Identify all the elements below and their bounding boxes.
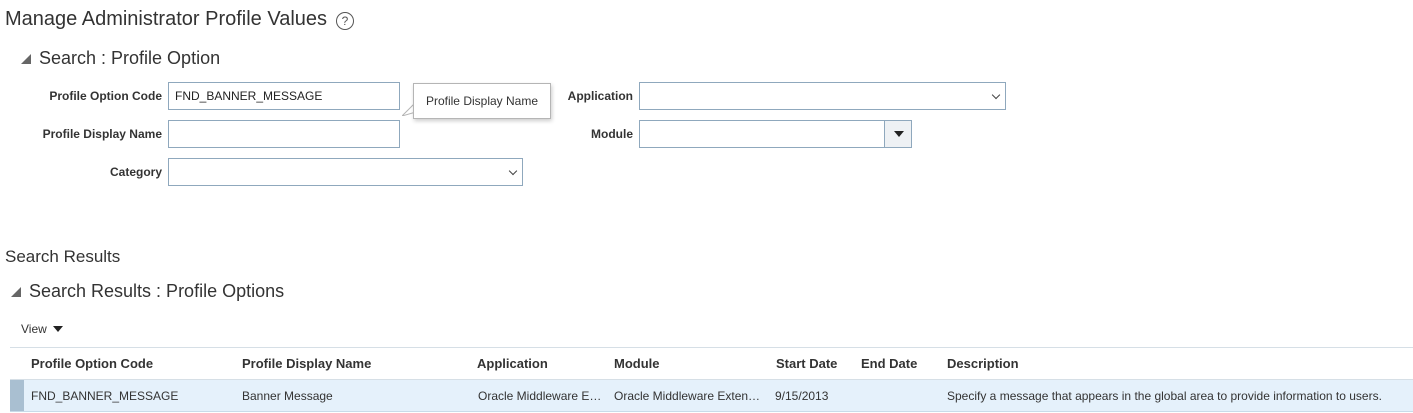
profile-option-code-label: Profile Option Code [49, 89, 162, 103]
module-combobox[interactable] [639, 120, 912, 148]
results-section-title: Search Results : Profile Options [29, 281, 285, 301]
cell-start-date: 9/15/2013 [775, 389, 829, 403]
collapse-triangle-icon[interactable] [21, 53, 31, 64]
column-header-application[interactable]: Application [477, 348, 548, 381]
column-header-profile-display-name[interactable]: Profile Display Name [242, 348, 371, 381]
cell-profile-display-name: Banner Message [242, 389, 333, 403]
chevron-down-icon [508, 166, 518, 176]
table-row[interactable]: FND_BANNER_MESSAGE Banner Message Oracle… [10, 380, 1413, 412]
module-label: Module [591, 127, 633, 141]
table-header-row: Profile Option Code Profile Display Name… [10, 347, 1413, 380]
cell-description: Specify a message that appears in the gl… [947, 389, 1382, 403]
column-header-end-date[interactable]: End Date [861, 348, 917, 381]
column-header-description[interactable]: Description [947, 348, 1019, 381]
dropdown-caret-icon[interactable] [884, 121, 911, 147]
search-results-title: Search Results [5, 247, 121, 266]
application-label: Application [567, 89, 633, 103]
cell-application: Oracle Middleware E… [478, 389, 602, 403]
help-icon[interactable]: ? [336, 12, 354, 30]
category-select[interactable] [168, 158, 523, 186]
column-header-profile-option-code[interactable]: Profile Option Code [31, 348, 153, 381]
profile-display-name-label: Profile Display Name [42, 127, 162, 141]
view-menu[interactable]: View [21, 322, 63, 336]
application-select[interactable] [639, 82, 1006, 110]
category-label: Category [109, 165, 162, 179]
profile-option-code-input[interactable]: FND_BANNER_MESSAGE [168, 82, 400, 110]
column-header-start-date[interactable]: Start Date [776, 348, 837, 381]
collapse-triangle-icon[interactable] [11, 286, 21, 297]
cell-module: Oracle Middleware Exten… [614, 389, 761, 403]
search-section-title: Search : Profile Option [39, 48, 221, 68]
view-menu-label: View [21, 322, 47, 336]
row-selection-marker [10, 380, 24, 411]
dropdown-caret-icon [52, 326, 63, 332]
profile-display-name-tooltip: Profile Display Name [413, 83, 551, 119]
cell-profile-option-code: FND_BANNER_MESSAGE [31, 389, 179, 403]
profile-display-name-input[interactable] [168, 120, 400, 148]
results-table: Profile Option Code Profile Display Name… [10, 347, 1413, 412]
results-section-header[interactable]: Search Results : Profile Options [11, 281, 284, 302]
column-header-module[interactable]: Module [614, 348, 660, 381]
search-section-header[interactable]: Search : Profile Option [21, 48, 220, 69]
cell-end-date [861, 380, 941, 412]
page-title: Manage Administrator Profile Values [5, 8, 328, 30]
chevron-down-icon [991, 90, 1001, 100]
